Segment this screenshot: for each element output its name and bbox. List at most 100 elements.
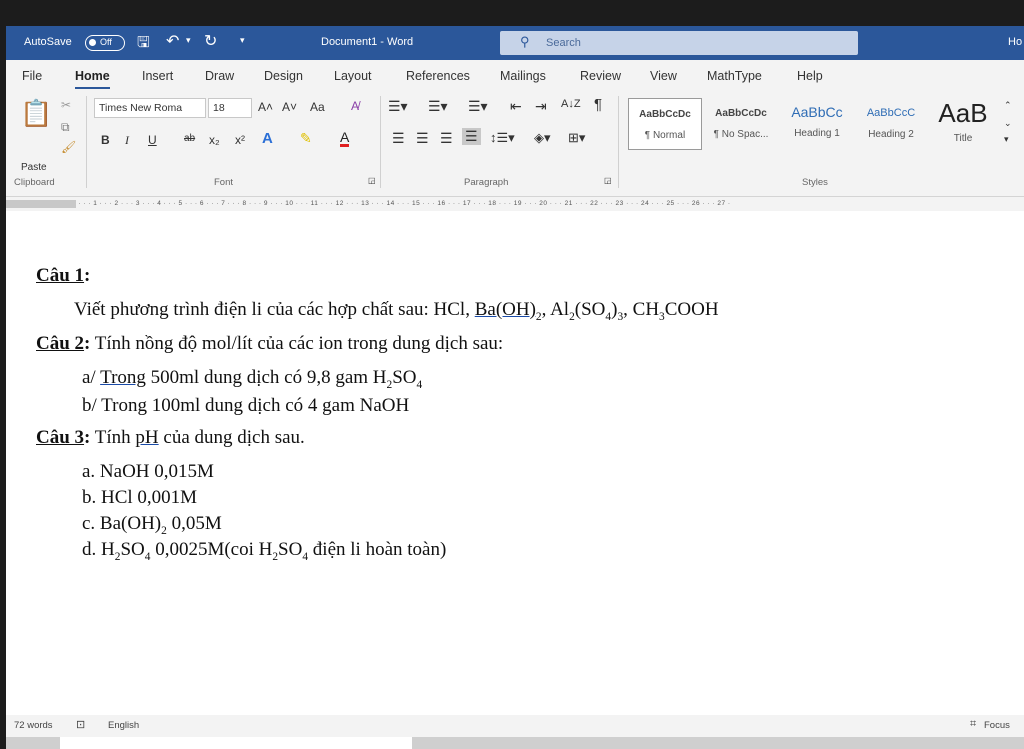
paragraph-group-label: Paragraph <box>464 177 509 188</box>
text-run: Ba(OH) <box>474 299 536 320</box>
question-2-part-b: b/ Trong 100ml dung dịch có 4 gam NaOH <box>82 395 410 416</box>
text-run: Viết phương trình điện li của các hợp ch… <box>74 299 475 320</box>
heading-colon: : <box>84 265 91 286</box>
tab-insert[interactable]: Insert <box>142 69 173 83</box>
undo-dropdown-icon[interactable]: ▾ <box>186 35 191 46</box>
text-run: điện li hoàn toàn) <box>308 539 447 560</box>
text-run: , Al <box>541 299 570 320</box>
decrease-indent-icon[interactable]: ⇤ <box>510 98 522 115</box>
paste-label[interactable]: Paste <box>21 162 47 173</box>
copy-icon[interactable]: ⧉ <box>61 120 70 135</box>
paste-icon[interactable]: 📋 <box>20 98 52 129</box>
styles-scroll-up-icon[interactable]: ⌃ <box>1004 100 1012 111</box>
highlight-icon[interactable]: ✎ <box>300 130 312 147</box>
taskbar-search-box[interactable] <box>60 737 412 749</box>
line-spacing-icon[interactable]: ↕☰▾ <box>490 130 515 146</box>
tab-layout[interactable]: Layout <box>334 69 372 83</box>
undo-icon[interactable]: ↶ <box>166 31 179 51</box>
shrink-font-button[interactable]: A˅ <box>282 100 297 114</box>
align-left-icon[interactable]: ☰ <box>392 130 405 147</box>
qat-customize-icon[interactable]: ▾ <box>240 35 245 46</box>
superscript-button[interactable]: x² <box>235 133 245 147</box>
toggle-knob <box>89 39 96 46</box>
style-heading-2[interactable]: AaBbCcC Heading 2 <box>854 98 928 150</box>
proofing-icon[interactable]: ⊡ <box>76 718 85 731</box>
question-2-heading: Câu 2: Tính nồng độ mol/lít của các ion … <box>36 333 503 355</box>
shading-icon[interactable]: ◈▾ <box>534 130 551 146</box>
style-heading-1[interactable]: AaBbCc Heading 1 <box>780 98 854 150</box>
paragraph-dialog-launcher-icon[interactable]: ◲ <box>604 176 612 185</box>
search-box[interactable]: ⚲ Search <box>500 31 858 55</box>
numbering-icon[interactable]: ☰▾ <box>428 98 448 115</box>
font-name-field[interactable]: Times New Roma <box>94 98 206 118</box>
font-color-button[interactable]: A <box>340 130 350 147</box>
style-normal[interactable]: AaBbCcDc ¶ Normal <box>628 98 702 150</box>
word-window: AutoSave Off 🖫 ↶ ▾ ↻ ▾ Document1 - Word … <box>6 26 1024 749</box>
styles-scroll-down-icon[interactable]: ⌄ <box>1004 118 1012 129</box>
show-formatting-button[interactable]: ¶ <box>594 96 602 113</box>
styles-more-icon[interactable]: ▾ <box>1004 134 1009 145</box>
tab-view[interactable]: View <box>650 69 677 83</box>
focus-icon[interactable]: ⌗ <box>970 718 976 731</box>
tab-design[interactable]: Design <box>264 69 303 83</box>
question-3-part-c: c. Ba(OH)2 0,05M <box>82 513 222 537</box>
text-run: (SO <box>574 299 606 320</box>
increase-indent-icon[interactable]: ⇥ <box>535 98 547 115</box>
bold-button[interactable]: B <box>101 133 110 147</box>
save-icon[interactable]: 🖫 <box>137 32 150 57</box>
style-title[interactable]: AaB Title <box>926 98 1000 150</box>
text-effects-button[interactable]: A <box>262 130 273 147</box>
text-run: SO <box>120 539 145 560</box>
autosave-toggle[interactable]: Off <box>85 35 125 51</box>
style-sample: AaB <box>938 98 988 128</box>
tab-references[interactable]: References <box>406 69 470 83</box>
horizontal-ruler[interactable]: · · · 1 · · · 2 · · · 3 · · · 4 · · · 5 … <box>6 197 1024 211</box>
text-run: a/ <box>82 367 101 388</box>
tab-home[interactable]: Home <box>75 69 110 89</box>
sort-button[interactable]: A↓Z <box>561 98 581 110</box>
font-size-field[interactable]: 18 <box>208 98 252 118</box>
tab-help[interactable]: Help <box>797 69 823 83</box>
clear-formatting-icon[interactable]: A̸ <box>351 99 359 113</box>
subscript-button[interactable]: x₂ <box>209 133 220 147</box>
tab-mathtype[interactable]: MathType <box>707 69 762 83</box>
underline-button[interactable]: U <box>148 133 157 147</box>
tab-draw[interactable]: Draw <box>205 69 234 83</box>
grow-font-button[interactable]: A˄ <box>258 100 273 114</box>
redo-icon[interactable]: ↻ <box>204 31 217 51</box>
format-painter-icon[interactable]: 🖌 <box>61 140 76 154</box>
align-right-icon[interactable]: ☰ <box>440 130 453 147</box>
tab-mailings[interactable]: Mailings <box>500 69 546 83</box>
search-placeholder: Search <box>546 37 581 49</box>
style-sample: AaBbCcDc <box>639 109 691 120</box>
align-center-icon[interactable]: ☰ <box>416 130 429 147</box>
document-page[interactable]: Câu 1: Viết phương trình điện li của các… <box>6 211 1024 715</box>
text-run: SO <box>278 539 303 560</box>
change-case-button[interactable]: Aa <box>310 100 325 114</box>
bullets-icon[interactable]: ☰▾ <box>388 98 408 115</box>
autosave-state: Off <box>100 37 112 47</box>
font-dialog-launcher-icon[interactable]: ◲ <box>368 176 376 185</box>
cut-icon[interactable]: ✂ <box>61 98 71 112</box>
style-name: Heading 1 <box>794 128 840 139</box>
style-sample: AaBbCcDc <box>715 108 767 119</box>
borders-icon[interactable]: ⊞▾ <box>568 130 585 146</box>
multilevel-list-icon[interactable]: ☰▾ <box>468 98 488 115</box>
question-2-title: Câu 2 <box>36 333 85 354</box>
user-initials[interactable]: Ho <box>1008 36 1022 48</box>
tab-review[interactable]: Review <box>580 69 621 83</box>
styles-group-label: Styles <box>802 177 828 188</box>
focus-label[interactable]: Focus <box>984 720 1010 731</box>
word-count[interactable]: 72 words <box>14 720 53 731</box>
language-status[interactable]: English <box>108 720 139 731</box>
style-no-spacing[interactable]: AaBbCcDc ¶ No Spac... <box>704 98 778 150</box>
subscript: 4 <box>416 378 423 391</box>
question-1-title: Câu 1 <box>36 265 85 286</box>
tab-file[interactable]: File <box>22 69 42 83</box>
question-2-text: Tính nồng độ mol/lít của các ion trong d… <box>90 333 504 354</box>
ruler-marks: · · · 1 · · · 2 · · · 3 · · · 4 · · · 5 … <box>78 200 731 207</box>
group-divider <box>86 96 87 188</box>
strikethrough-button[interactable]: ab <box>184 133 195 144</box>
justify-icon[interactable]: ☰ <box>462 128 481 145</box>
italic-button[interactable]: I <box>125 133 129 148</box>
